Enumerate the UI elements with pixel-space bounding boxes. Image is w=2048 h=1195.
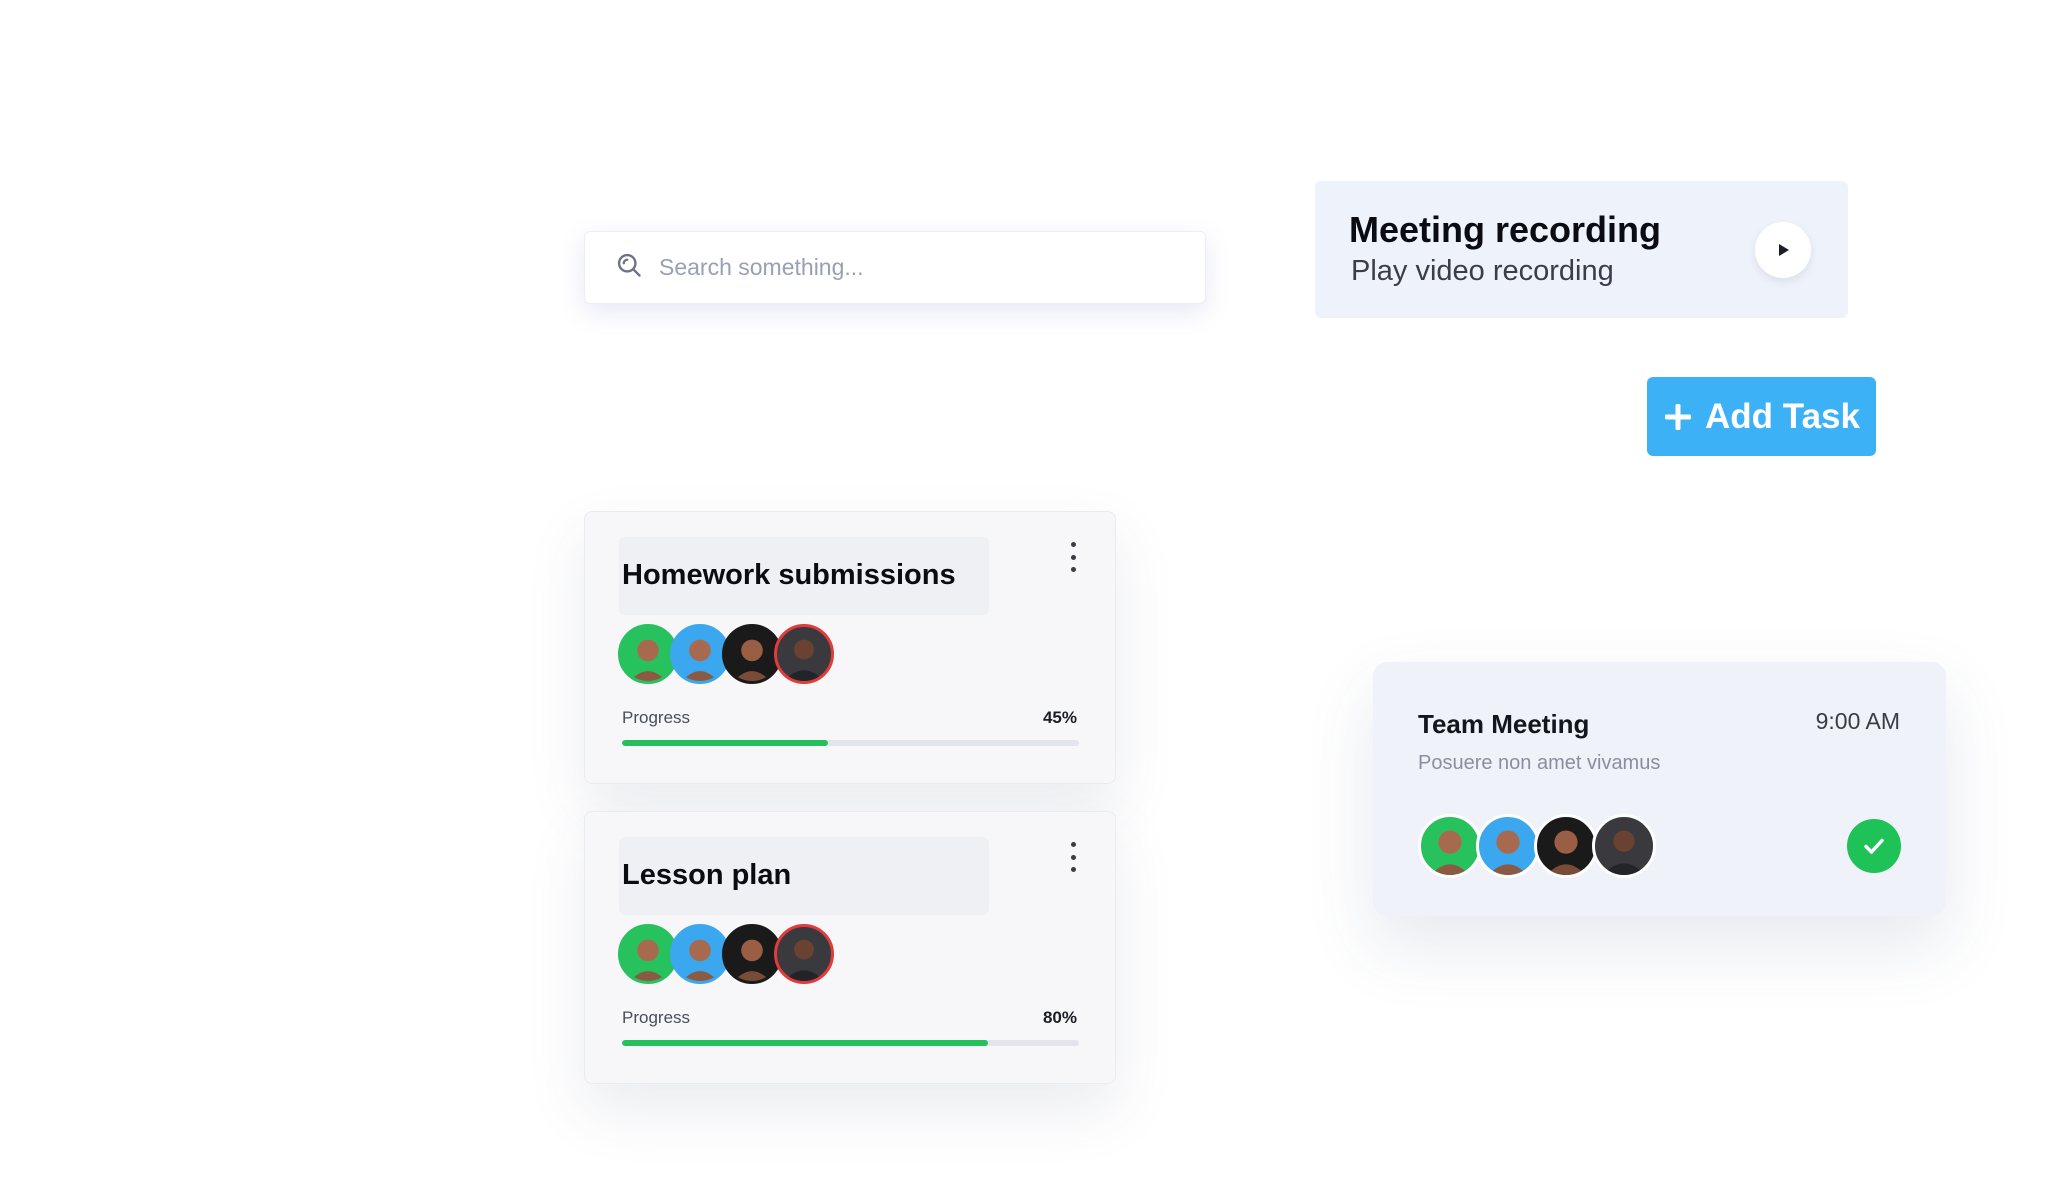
search-input[interactable] [659,254,1179,281]
check-icon [1864,838,1884,854]
assignee-avatars [618,924,834,984]
avatar[interactable] [618,924,678,984]
avatar[interactable] [774,624,834,684]
avatar[interactable] [1592,814,1656,878]
avatar[interactable] [670,924,730,984]
progress-label: Progress [622,708,691,727]
task-title: Homework submissions [622,559,956,591]
meeting-time: 9:00 AM [1815,708,1900,734]
play-icon [1779,244,1789,256]
recording-subtitle: Play video recording [1351,255,1614,287]
avatar[interactable] [1476,814,1540,878]
search-icon [615,251,643,284]
meeting-recording-card: Meeting recording Play video recording [1315,181,1848,318]
completed-status-button[interactable] [1847,819,1901,873]
plus-icon [1665,403,1692,430]
avatar[interactable] [722,624,782,684]
progress-value: 80% [1042,1008,1077,1027]
progress-label: Progress [622,1008,691,1027]
task-card-homework[interactable]: Homework submissions Progress 45% [584,511,1116,784]
progress-bar [622,1040,1079,1046]
recording-title: Meeting recording [1349,209,1662,250]
task-card-lesson-plan[interactable]: Lesson plan Progress 80% [584,811,1116,1084]
progress-bar [622,740,1079,746]
avatar[interactable] [618,624,678,684]
avatar[interactable] [670,624,730,684]
meeting-description: Posuere non amet vivamus [1418,752,1661,774]
assignee-avatars [618,624,834,684]
progress-fill [622,1040,988,1046]
more-options-icon[interactable] [1063,842,1083,872]
progress-fill [622,740,828,746]
add-task-label: Add Task [1705,396,1860,436]
avatar[interactable] [1534,814,1598,878]
task-title: Lesson plan [622,859,792,891]
search-bar[interactable] [584,231,1206,304]
more-options-icon[interactable] [1063,542,1083,572]
meeting-title: Team Meeting [1418,709,1590,739]
avatar[interactable] [722,924,782,984]
team-meeting-card[interactable]: Team Meeting 9:00 AM Posuere non amet vi… [1373,662,1946,916]
play-button[interactable] [1755,222,1811,278]
attendee-avatars [1418,814,1656,878]
progress-value: 45% [1042,708,1077,727]
add-task-button[interactable]: Add Task [1647,377,1876,456]
avatar[interactable] [774,924,834,984]
avatar[interactable] [1418,814,1482,878]
